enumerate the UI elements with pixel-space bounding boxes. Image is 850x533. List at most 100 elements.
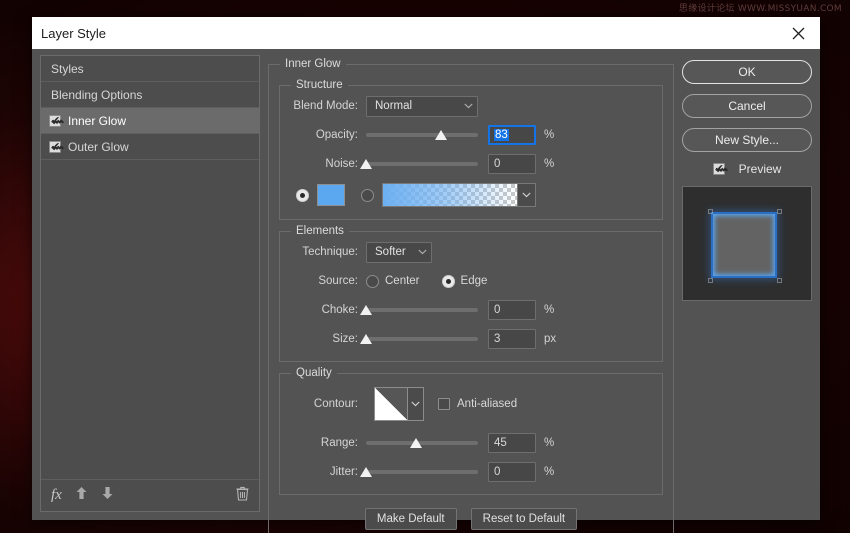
blend-mode-select[interactable]: Normal (366, 96, 478, 117)
choke-slider[interactable] (366, 301, 478, 319)
noise-row: Noise: 0 % (292, 153, 650, 175)
inner-glow-checkbox[interactable]: ✔ (49, 115, 61, 127)
opacity-input[interactable]: 83 (488, 125, 536, 145)
quality-group: Quality Contour: Anti-aliased (279, 373, 663, 495)
slider-knob[interactable] (360, 159, 372, 169)
inner-glow-group-label: Inner Glow (280, 58, 346, 70)
elements-group-label: Elements (291, 225, 349, 237)
dialog-body: Styles Blending Options ✔ Inner Glow ✔ O… (32, 49, 820, 520)
reset-to-default-button[interactable]: Reset to Default (471, 508, 577, 530)
range-slider[interactable] (366, 434, 478, 452)
range-row: Range: 45 % (292, 432, 650, 454)
style-preview-thumbnail (682, 186, 812, 301)
jitter-input[interactable]: 0 (488, 462, 536, 482)
fill-gradient-radio[interactable] (361, 189, 374, 202)
preview-shape (711, 212, 777, 278)
sidebar-item-styles[interactable]: Styles (41, 56, 259, 82)
glow-color-swatch[interactable] (317, 184, 345, 206)
preview-toggle[interactable]: ✔ Preview (682, 162, 812, 176)
glow-gradient-swatch[interactable] (382, 183, 518, 207)
elements-group: Elements Technique: Softer Source: (279, 231, 663, 362)
make-default-button[interactable]: Make Default (365, 508, 457, 530)
antialiased-label: Anti-aliased (457, 398, 517, 410)
noise-value: 0 (494, 158, 500, 170)
jitter-label: Jitter: (292, 466, 366, 478)
sidebar-item-outer-glow[interactable]: ✔ Outer Glow (41, 134, 259, 160)
preview-checkbox[interactable]: ✔ (713, 163, 725, 175)
technique-value: Softer (375, 246, 406, 258)
glow-gradient-picker[interactable] (382, 183, 536, 207)
source-center-label: Center (385, 275, 420, 287)
source-center-radio[interactable] (366, 275, 379, 288)
opacity-row: Opacity: 83 % (292, 124, 650, 146)
slider-knob[interactable] (435, 130, 447, 140)
sidebar-item-blending-options[interactable]: Blending Options (41, 82, 259, 108)
close-icon[interactable] (776, 17, 820, 49)
preview-corner-handle (777, 209, 782, 214)
chevron-down-icon (418, 246, 427, 258)
preview-label: Preview (739, 162, 782, 176)
slider-knob[interactable] (360, 467, 372, 477)
ok-button[interactable]: OK (682, 60, 812, 84)
source-edge-radio[interactable] (442, 275, 455, 288)
slider-track (366, 133, 478, 137)
opacity-label: Opacity: (292, 129, 366, 141)
default-buttons-row: Make Default Reset to Default (279, 508, 663, 530)
move-up-icon[interactable] (75, 486, 88, 505)
preview-corner-handle (777, 278, 782, 283)
range-value: 45 (494, 437, 507, 449)
choke-input[interactable]: 0 (488, 300, 536, 320)
choke-label: Choke: (292, 304, 366, 316)
styles-pane: Styles Blending Options ✔ Inner Glow ✔ O… (40, 55, 260, 512)
watermark-text: 思缘设计论坛 WWW.MISSYUAN.COM (679, 1, 842, 14)
noise-label: Noise: (292, 158, 366, 170)
range-unit: % (544, 437, 562, 449)
antialiased-checkbox[interactable] (438, 398, 450, 410)
chevron-down-icon[interactable] (518, 183, 536, 207)
style-row-label: Outer Glow (68, 140, 129, 154)
range-input[interactable]: 45 (488, 433, 536, 453)
outer-glow-checkbox[interactable]: ✔ (49, 141, 61, 153)
contour-picker[interactable] (374, 387, 424, 421)
noise-input[interactable]: 0 (488, 154, 536, 174)
cancel-button[interactable]: Cancel (682, 94, 812, 118)
choke-value: 0 (494, 304, 500, 316)
antialiased-toggle[interactable]: Anti-aliased (438, 398, 517, 410)
noise-slider[interactable] (366, 155, 478, 173)
jitter-slider[interactable] (366, 463, 478, 481)
slider-knob[interactable] (410, 438, 422, 448)
size-input[interactable]: 3 (488, 329, 536, 349)
size-slider[interactable] (366, 330, 478, 348)
style-row-label: Styles (51, 62, 84, 76)
fill-color-radio[interactable] (296, 189, 309, 202)
slider-track (366, 162, 478, 166)
inner-glow-group: Inner Glow Structure Blend Mode: Normal (268, 64, 674, 533)
style-row-label: Inner Glow (68, 114, 126, 128)
slider-knob[interactable] (360, 334, 372, 344)
chevron-down-icon[interactable] (408, 387, 424, 421)
technique-select[interactable]: Softer (366, 242, 432, 263)
opacity-value: 83 (494, 129, 509, 141)
layer-style-dialog: Layer Style Styles Blending Options ✔ In… (32, 17, 820, 520)
choke-row: Choke: 0 % (292, 299, 650, 321)
preview-corner-handle (708, 209, 713, 214)
new-style-button[interactable]: New Style... (682, 128, 812, 152)
dialog-titlebar: Layer Style (32, 17, 820, 49)
technique-row: Technique: Softer (292, 241, 650, 263)
source-row: Source: Center Edge (292, 270, 650, 292)
opacity-slider[interactable] (366, 126, 478, 144)
fx-icon[interactable]: fx (51, 488, 62, 503)
slider-knob[interactable] (360, 305, 372, 315)
technique-label: Technique: (292, 246, 366, 258)
trash-icon[interactable] (236, 486, 249, 506)
slider-track (366, 470, 478, 474)
dialog-actions-pane: OK Cancel New Style... ✔ Preview (682, 55, 812, 512)
move-down-icon[interactable] (101, 486, 114, 505)
sidebar-item-inner-glow[interactable]: ✔ Inner Glow (41, 108, 259, 134)
size-label: Size: (292, 333, 366, 345)
size-row: Size: 3 px (292, 328, 650, 350)
preview-corner-handle (708, 278, 713, 283)
contour-swatch[interactable] (374, 387, 408, 421)
opacity-unit: % (544, 129, 562, 141)
jitter-value: 0 (494, 466, 500, 478)
